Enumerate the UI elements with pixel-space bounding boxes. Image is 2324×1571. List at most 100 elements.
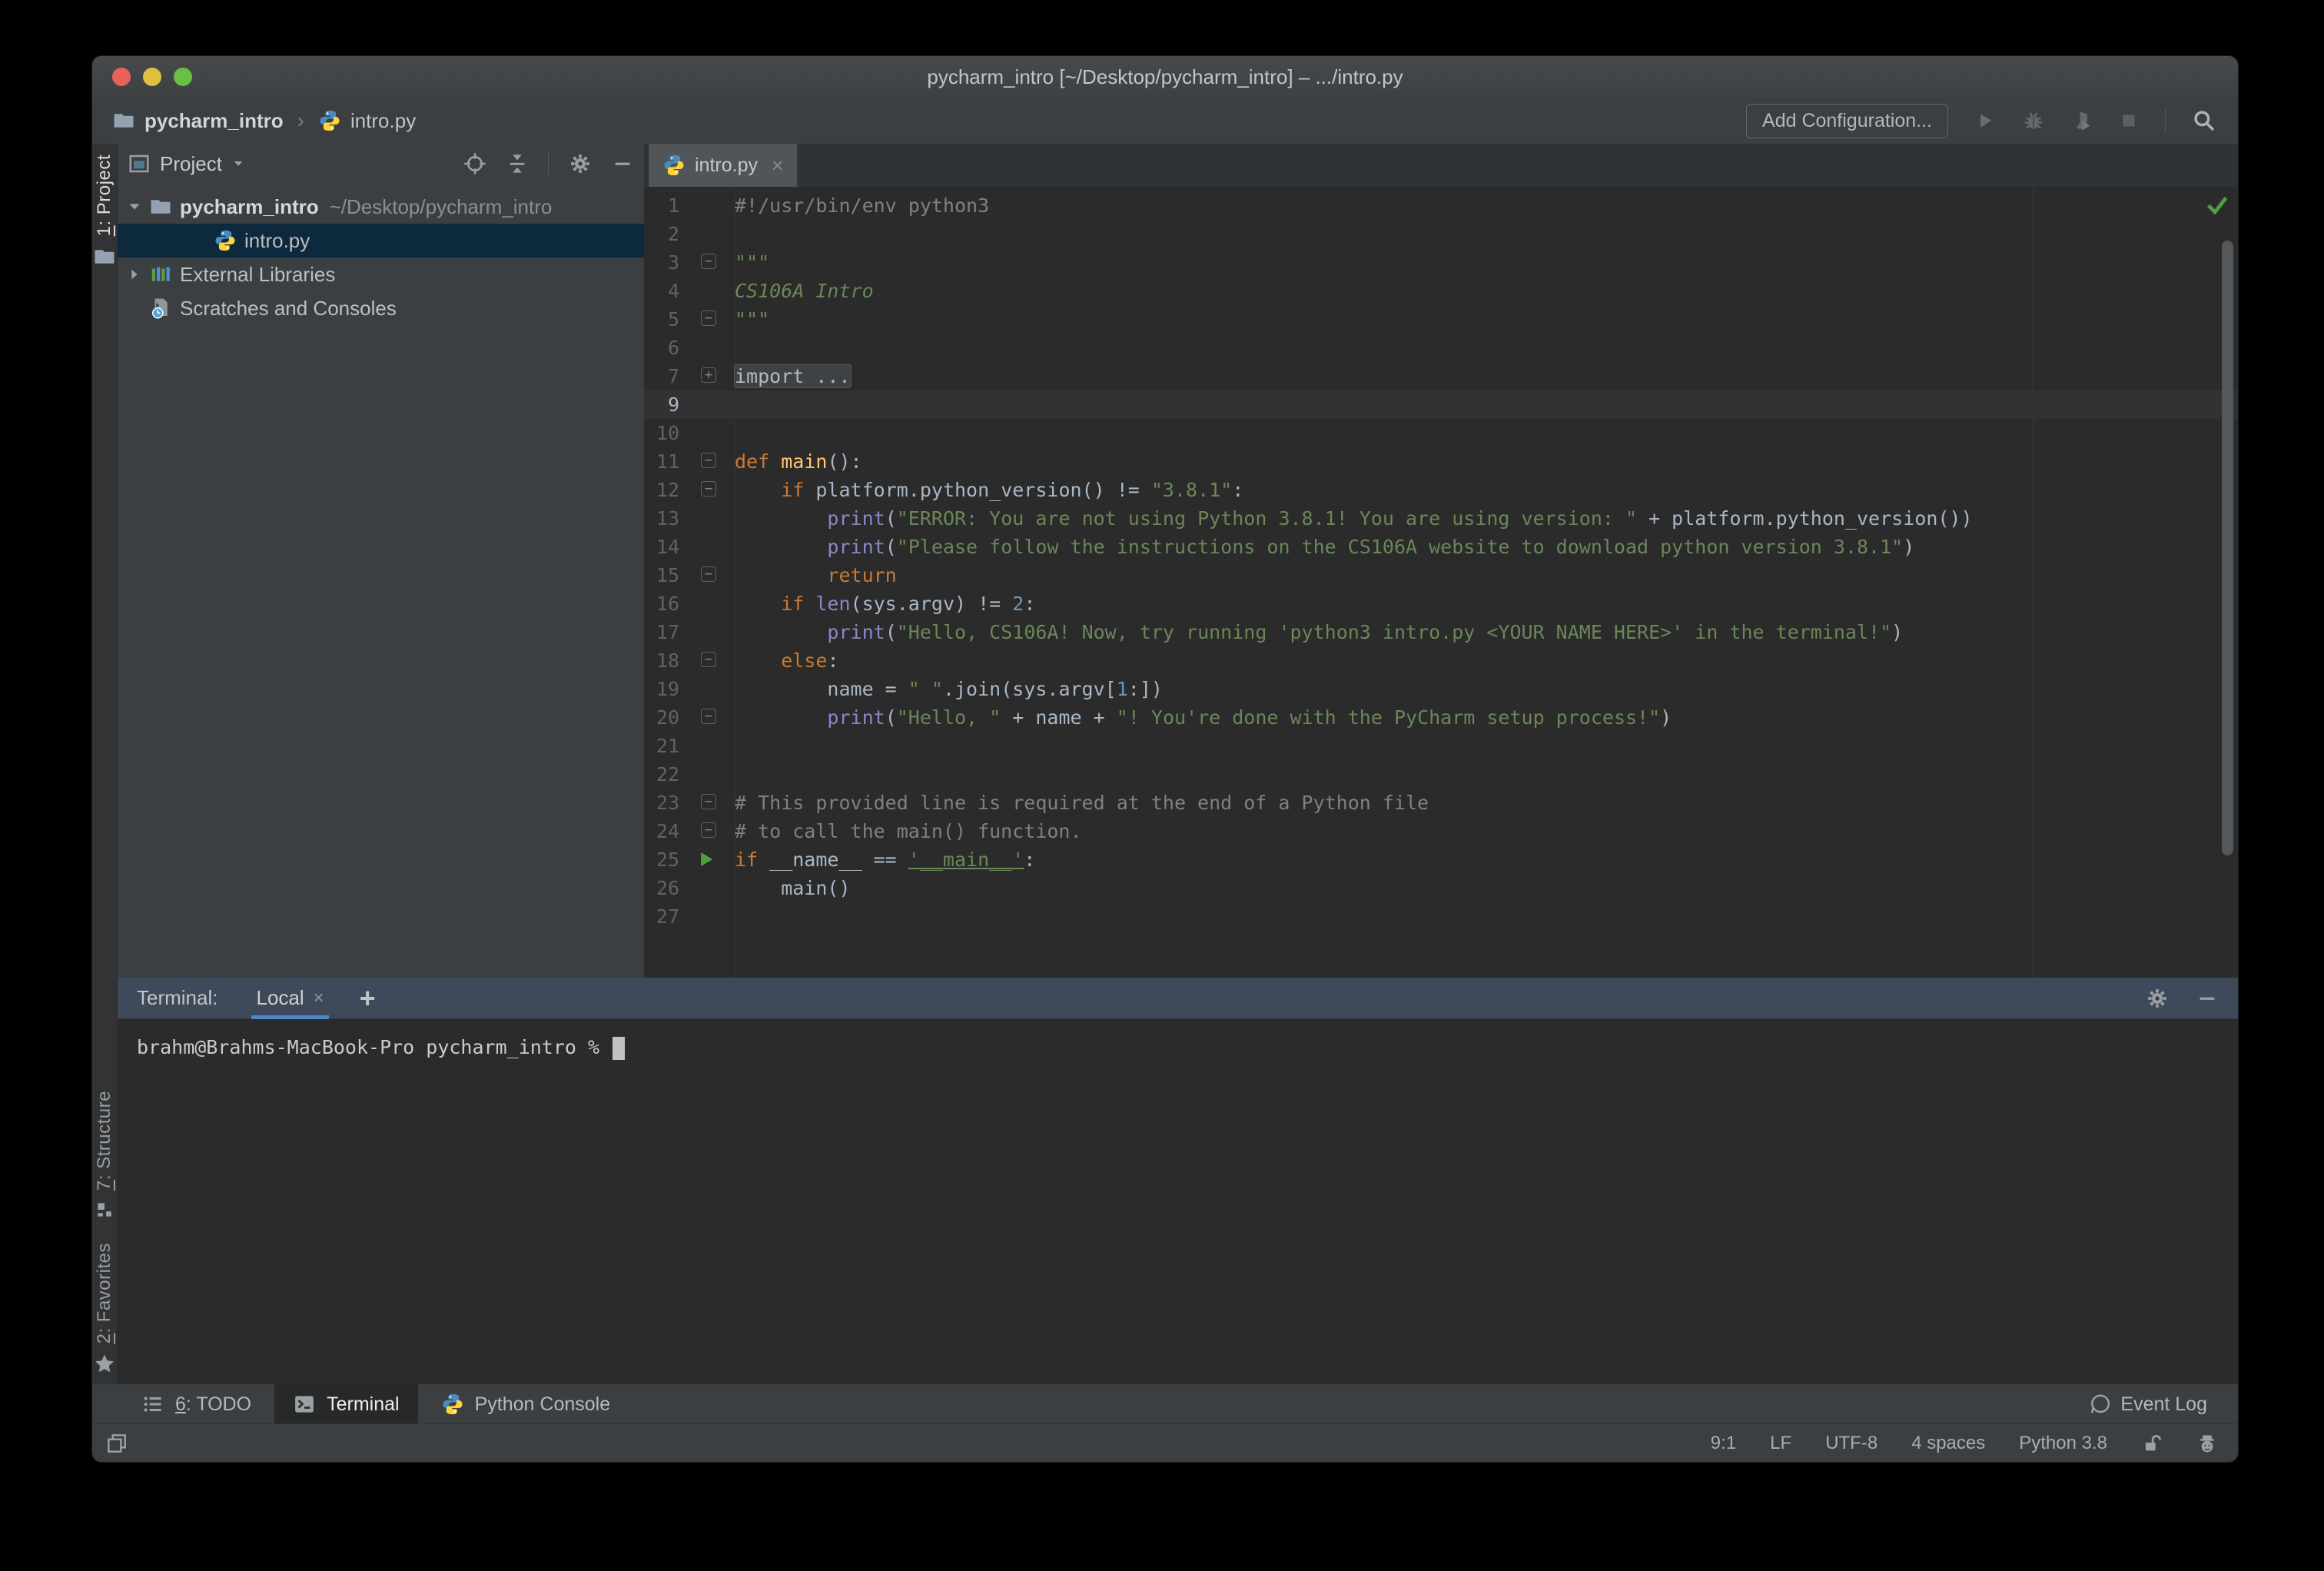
terminal-tab-local[interactable]: Local × [251,978,329,1019]
zoom-window-button[interactable] [174,68,192,86]
fold-collapse-icon[interactable]: − [701,254,716,269]
line-number[interactable]: 20 [644,703,679,732]
chevron-right-icon[interactable] [121,266,148,283]
stripe-item-favorites[interactable]: 2: Favorites [93,1243,116,1376]
fold-collapse-icon[interactable]: − [701,481,716,497]
line-number[interactable]: 10 [644,419,679,447]
line-number[interactable]: 22 [644,760,679,789]
gutter[interactable]: − [679,476,735,504]
unlock-icon[interactable] [2141,1433,2163,1454]
fold-end-icon[interactable]: − [701,311,716,326]
line-number[interactable]: 14 [644,533,679,561]
inspections-ok-icon[interactable] [2204,191,2230,218]
code-line[interactable]: 6 [644,334,2238,362]
line-number[interactable]: 16 [644,590,679,618]
line-number[interactable]: 15 [644,561,679,590]
code-line[interactable]: 15 − return [644,561,2238,590]
gutter[interactable]: − [679,447,735,476]
gutter[interactable] [679,732,735,760]
code-line[interactable]: 2 [644,220,2238,248]
fold-end-icon[interactable]: − [701,822,716,838]
fold-collapse-icon[interactable]: − [701,453,716,468]
gutter[interactable] [679,419,735,447]
breadcrumb-project[interactable]: pycharm_intro [144,109,284,133]
line-number[interactable]: 1 [644,191,679,220]
line-number[interactable]: 23 [644,789,679,817]
code-line[interactable]: 26 main() [644,874,2238,902]
line-number[interactable]: 6 [644,334,679,362]
collapse-all-icon[interactable] [506,153,528,174]
line-number[interactable]: 3 [644,248,679,277]
new-terminal-session-button[interactable]: + [360,984,376,1011]
toolwindow-button-terminal[interactable]: Terminal [274,1384,418,1424]
code-line[interactable]: 1 #!/usr/bin/env python3 [644,191,2238,220]
code-line[interactable]: 17 print("Hello, CS106A! Now, try runnin… [644,618,2238,646]
line-number[interactable]: 21 [644,732,679,760]
code-line[interactable]: 24 − # to call the main() function. [644,817,2238,845]
code-editor[interactable]: 1 #!/usr/bin/env python3 2 3 − """ 4 CS106A Int… [644,187,2238,978]
toolwindow-button-todo[interactable]: 6: TODO [123,1384,270,1424]
code-line[interactable]: 20 − print("Hello, " + name + "! You're d… [644,703,2238,732]
tree-item-external-libraries[interactable]: External Libraries [117,257,644,291]
fold-end-icon[interactable]: − [701,709,716,724]
python-interpreter[interactable]: Python 3.8 [2019,1433,2107,1454]
gutter[interactable] [679,760,735,789]
gutter[interactable] [679,533,735,561]
terminal-settings-gear-icon[interactable] [2146,987,2169,1010]
fold-expand-icon[interactable]: + [701,367,716,383]
gutter[interactable] [679,277,735,305]
code-line[interactable]: 23 − # This provided line is required at t… [644,789,2238,817]
gutter[interactable] [679,334,735,362]
gutter[interactable] [679,675,735,703]
fold-end-icon[interactable]: − [701,566,716,582]
gutter[interactable]: + [679,362,735,390]
breadcrumb-file[interactable]: intro.py [350,109,416,133]
code-line[interactable]: 4 CS106A Intro [644,277,2238,305]
gutter[interactable]: − [679,817,735,845]
close-tab-icon[interactable]: × [772,154,783,178]
terminal-output[interactable]: brahm@Brahms-MacBook-Pro pycharm_intro % [117,1019,2238,1383]
code-line[interactable]: 19 name = " ".join(sys.argv[1:]) [644,675,2238,703]
code-line[interactable]: 10 [644,419,2238,447]
code-line[interactable]: 9 [644,390,2238,419]
gutter[interactable] [679,390,735,419]
title-bar[interactable]: pycharm_intro [~/Desktop/pycharm_intro] … [92,56,2238,98]
line-number[interactable]: 7 [644,362,679,390]
gutter[interactable]: − [679,789,735,817]
code-line[interactable]: 21 [644,732,2238,760]
line-number[interactable]: 9 [644,390,679,419]
gutter[interactable]: − [679,646,735,675]
gutter[interactable] [679,902,735,931]
code-line[interactable]: 13 print("ERROR: You are not using Pytho… [644,504,2238,533]
code-line[interactable]: 27 [644,902,2238,931]
line-number[interactable]: 27 [644,902,679,931]
gutter[interactable] [679,618,735,646]
tree-item-intro-py[interactable]: intro.py [117,224,644,257]
gutter[interactable]: − [679,248,735,277]
code-line[interactable]: 16 if len(sys.argv) != 2: [644,590,2238,618]
run-with-coverage-icon[interactable] [2071,110,2093,131]
line-number[interactable]: 4 [644,277,679,305]
fold-collapse-icon[interactable]: − [701,794,716,809]
line-number[interactable]: 5 [644,305,679,334]
stripe-item-structure[interactable]: 7: Structure [94,1091,115,1220]
code-line[interactable]: 18 − else: [644,646,2238,675]
gutter[interactable] [679,220,735,248]
line-number[interactable]: 12 [644,476,679,504]
project-panel-title[interactable]: Project [160,152,222,176]
close-terminal-tab-icon[interactable]: × [314,988,324,1009]
line-separator[interactable]: LF [1770,1433,1791,1454]
locate-file-icon[interactable] [463,152,486,175]
hide-panel-icon[interactable] [612,153,633,174]
stripe-item-project[interactable]: 1: Project [93,154,116,268]
add-configuration-button[interactable]: Add Configuration... [1746,103,1948,138]
editor-tab-intro-py[interactable]: intro.py × [649,144,798,187]
line-number[interactable]: 18 [644,646,679,675]
line-number[interactable]: 17 [644,618,679,646]
code-line[interactable]: 7 + import ... [644,362,2238,390]
tree-item-pycharm-intro[interactable]: pycharm_intro ~/Desktop/pycharm_intro [117,190,644,224]
hide-terminal-icon[interactable] [2196,988,2218,1009]
run-icon[interactable] [1974,110,1996,131]
debug-icon[interactable] [2022,109,2045,132]
code-line[interactable]: 25 if __name__ == '__main__': [644,845,2238,874]
